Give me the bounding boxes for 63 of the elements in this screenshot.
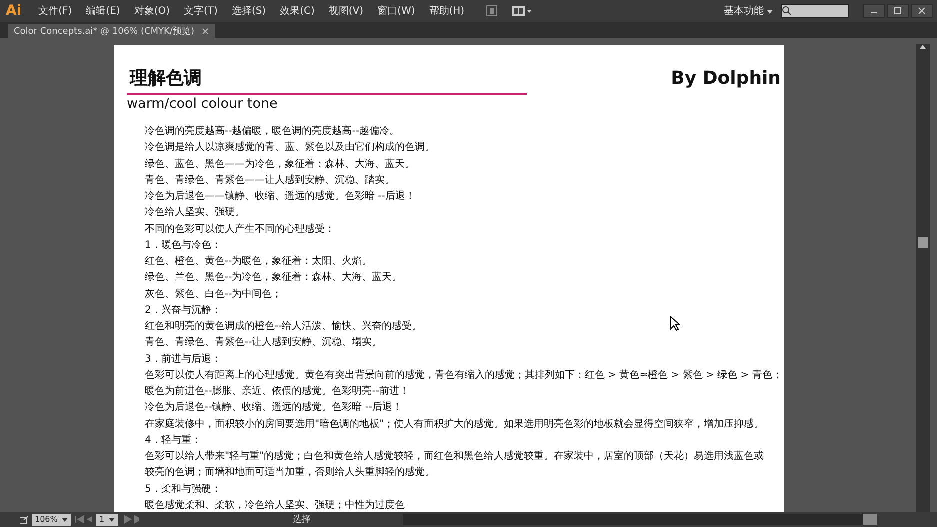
- workspace-menu[interactable]: 基本功能: [724, 4, 773, 18]
- close-button[interactable]: [911, 4, 933, 18]
- text-line: 灰色、紫色、白色--为中间色；: [145, 288, 282, 302]
- text-line: 2．兴奋与沉静：: [145, 304, 222, 318]
- menu-item[interactable]: 效果(C): [273, 4, 322, 18]
- app-logo[interactable]: Ai: [6, 3, 22, 19]
- author-text: By Dolphin: [671, 68, 781, 89]
- text-line: 青色、青绿色、青紫色--让人感到安静、沉稳、塌实。: [145, 336, 382, 350]
- text-line: 冷色为后退色——镇静、收缩、遥远的感觉。色彩暗 --后退！: [145, 190, 416, 204]
- caret-icon: [62, 518, 68, 522]
- maximize-icon: [894, 7, 902, 15]
- text-line: 冷色给人坚实、强硬。: [145, 206, 245, 220]
- menu-item[interactable]: 视图(V): [322, 4, 371, 18]
- page-nav-icon[interactable]: [74, 515, 92, 524]
- text-line: 3．前进与后退：: [145, 352, 222, 366]
- text-line: 暖色感觉柔和、柔软，冷色给人坚实、强硬；中性为过度色: [145, 498, 405, 513]
- close-icon: [918, 7, 926, 15]
- caret-icon: [767, 10, 773, 14]
- menu-item[interactable]: 选择(S): [224, 4, 274, 18]
- subtitle: warm/cool colour tone: [127, 96, 279, 112]
- text-line: 暖色为前进色--膨胀、亲近、依偎的感觉。色彩明亮--前进！: [145, 384, 410, 399]
- document-tab[interactable]: Color Concepts.ai* @ 106% (CMYK/预览): [8, 24, 216, 38]
- search-icon: [782, 6, 792, 16]
- text-line: 青色、青绿色、青紫色——让人感到安静、沉稳、踏实。: [145, 174, 395, 188]
- menu-item[interactable]: 文字(T): [177, 4, 225, 18]
- zoom-field[interactable]: 106%: [32, 514, 71, 526]
- menu-item[interactable]: 对象(O): [127, 4, 178, 18]
- text-line: 绿色、兰色、黑色--为冷色，象征着：森林、大海、蓝天。: [145, 270, 402, 286]
- vertical-scrollbar[interactable]: [916, 44, 930, 512]
- text-line: 冷色为后退色--镇静、收缩、遥远的感觉。色彩暗 --后退！: [145, 400, 403, 416]
- scroll-up-icon[interactable]: [919, 44, 927, 50]
- scroll-thumb[interactable]: [863, 514, 877, 525]
- menu-item[interactable]: 帮助(H): [422, 4, 472, 18]
- page-field[interactable]: 1: [96, 514, 118, 526]
- close-icon[interactable]: [202, 28, 210, 34]
- text-line: 5．柔和与强硬：: [145, 482, 222, 496]
- pointer-icon: [670, 316, 681, 331]
- text-line: 较亮的色调；而墙和地面可适当加重，否则给人头重脚轻的感觉。: [145, 466, 435, 480]
- menu-item[interactable]: 文件(F): [32, 4, 80, 18]
- layout-icon[interactable]: [512, 6, 532, 16]
- text-line: 4．轻与重：: [145, 434, 202, 448]
- menu-item[interactable]: 窗口(W): [370, 4, 422, 18]
- text-line: 绿色、蓝色、黑色——为冷色，象征着：森林、大海、蓝天。: [145, 158, 415, 172]
- search-field[interactable]: [781, 4, 849, 18]
- text-line: 色彩可以给人带来"轻与重"的感觉；白色和黄色给人感觉较轻，而红色和黑色给人感觉较重。在家装中，居室的顶部（天花）易选用浅蓝色或: [145, 450, 764, 464]
- scroll-thumb[interactable]: [918, 237, 928, 248]
- status-text: 选择: [293, 514, 312, 526]
- maximize-button[interactable]: [887, 4, 909, 18]
- text-line: 冷色调的亮度越高--越偏暖，暖色调的亮度越高--越偏冷。: [145, 124, 400, 139]
- bridge-icon[interactable]: [486, 5, 498, 17]
- text-line: 红色、橙色、黄色--为暖色，象征着：太阳、火焰。: [145, 254, 372, 269]
- text-line: 冷色调是给人以凉爽感觉的青、蓝、紫色以及由它们构成的色调。: [145, 140, 435, 156]
- heading: 理解色调: [130, 67, 202, 90]
- menu-item[interactable]: 编辑(E): [79, 4, 128, 18]
- caret-icon: [108, 518, 115, 522]
- horizontal-scrollbar[interactable]: [403, 514, 877, 525]
- share-icon[interactable]: [20, 515, 28, 524]
- text-line: 不同的色彩可以使人产生不同的心理感受：: [145, 222, 335, 236]
- text-line: 红色和明亮的黄色调成的橙色--给人活泼、愉快、兴奋的感受。: [145, 320, 422, 334]
- page-nav-icon[interactable]: [122, 515, 140, 524]
- text-line: 1．暖色与冷色：: [145, 238, 222, 253]
- text-line: 在家庭装修中，面积较小的房间要选用"暗色调的地板"；使人有面积扩大的感觉。如果选用明亮色彩的地板就会显得空间狭窄，增加压抑感。: [145, 418, 764, 432]
- text-line: 色彩可以使人有距离上的心理感觉。黄色有突出背景向前的感觉，青色有缩入的感觉；其排列如下：红色 > 黄色≈橙色 > 紫色 > 绿色 > 青色；: [145, 368, 782, 383]
